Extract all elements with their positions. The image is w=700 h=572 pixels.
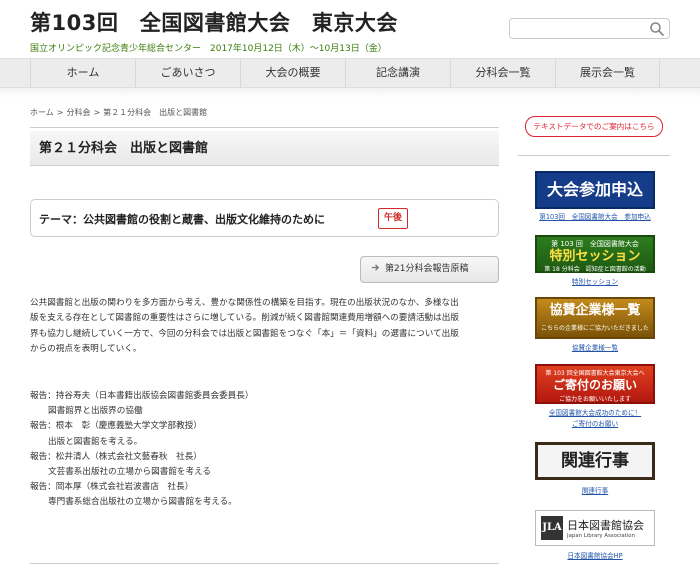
registration-caption[interactable]: 第103回 全国図書館大会 参加申込 [520, 211, 670, 221]
banner-line: 第 18 分科会 認知症と図書館の活動 [544, 266, 646, 273]
theme-text: テーマ：公共図書館の役割と蔵書、出版文化維持のために [39, 213, 325, 226]
banner-line: こちらの企業様にご協力いただきました [541, 325, 649, 332]
breadcrumb-sessions[interactable]: 分科会 [66, 108, 90, 117]
main-nav: ホーム ごあいさつ 大会の概要 記念講演 分科会一覧 展示会一覧 [0, 58, 700, 88]
report-topic: 出版と図書館を考える。 [48, 436, 143, 447]
report-speaker: 報告：松井清人（株式会社文藝春秋 社長） [30, 451, 202, 462]
nav-overview[interactable]: 大会の概要 [240, 59, 345, 87]
divider [30, 563, 499, 564]
afternoon-badge: 午後 [378, 208, 408, 229]
breadcrumb-current: 第２１分科会 出版と図書館 [103, 108, 208, 117]
divider [30, 127, 499, 128]
report-topic: 図書館界と出版界の協働 [48, 406, 143, 417]
report-speaker: 報告：持谷寿夫（日本書籍出版協会図書館委員会委員長） [30, 391, 254, 401]
report-speaker: 報告：根本 彰（慶應義塾大学文学部教授） [30, 421, 202, 432]
site-subtitle: 国立オリンピック記念青少年総合センター 2017年10月12日（木）〜10月13… [30, 44, 387, 54]
banner-line: 第 103 回全国図書館大会東京大会へ [545, 370, 645, 377]
arrow-right-icon [371, 264, 380, 271]
nav-shadow [0, 88, 700, 98]
report-button-label: 第21分科会報告原稿 [385, 264, 469, 274]
sidebar-divider [518, 155, 670, 156]
jla-caption[interactable]: 日本図書館協会HP [520, 550, 670, 560]
nav-sessions[interactable]: 分科会一覧 [450, 59, 555, 87]
report-topic: 文芸書系出版社の立場から図書館を考える [48, 467, 212, 478]
donation-banner[interactable]: 第 103 回全国図書館大会東京大会へ ご寄付のお願い ご協力をお願いいたします [535, 364, 655, 404]
donation-caption[interactable]: 全国図書館大会成功のために！ [520, 407, 670, 417]
site-title: 第103回 全国図書館大会 東京大会 [30, 11, 398, 35]
report-topic: 専門書系総合出版社の立場から図書館を考える。 [48, 497, 237, 508]
report-list: 報告：持谷寿夫（日本書籍出版協会図書館委員会委員長） 図書館界と出版界の協働 報… [30, 389, 500, 511]
session-description: 公共図書館と出版の関わりを多方面から考え、豊かな関係性の構築を目指す。現在の出版… [30, 296, 500, 357]
description-line: 界も協力し継続していく一方で、今回の分科会では出版と図書館をつなぐ「本」＝「資料… [30, 328, 459, 339]
nav-exhibits[interactable]: 展示会一覧 [555, 59, 660, 87]
search-icon[interactable] [649, 21, 665, 37]
sponsors-caption[interactable]: 協賛企業様一覧 [520, 342, 670, 352]
page-title: 第２１分科会 出版と図書館 [30, 131, 499, 166]
jla-banner[interactable]: JLA 日本図書館協会 Japan Library Association [535, 510, 655, 546]
banner-line: ご寄付のお願い [552, 378, 637, 392]
description-line: からの視点を表明していく。 [30, 343, 142, 354]
banner-line: 第 103 回 全国図書館大会 [551, 240, 639, 248]
search-input[interactable] [509, 18, 670, 39]
text-data-guide-link[interactable]: テキストデータでのご案内はこちら [525, 116, 663, 137]
report-manuscript-button[interactable]: 第21分科会報告原稿 [360, 256, 499, 283]
jla-name: 日本図書館協会 [567, 519, 644, 532]
report-speaker: 報告：岡本厚（株式会社岩波書店 社長） [30, 482, 194, 493]
description-line: 公共図書館と出版の関わりを多方面から考え、豊かな関係性の構築を目指す。現在の出版… [30, 298, 459, 308]
banner-line: 協賛企業様一覧 [549, 303, 641, 318]
special-session-banner[interactable]: 第 103 回 全国図書館大会 特別セッション 第 18 分科会 認知症と図書館… [535, 235, 655, 273]
description-line: 版を支える存在として図書館の重要性はさらに増している。削減が続く図書館関連費用増… [30, 313, 459, 324]
banner-line: 特別セッション [549, 249, 641, 264]
banner-line: ご協力をお願いいたします [558, 396, 631, 403]
sponsors-banner[interactable]: 協賛企業様一覧 こちらの企業様にご協力いただきました [535, 297, 655, 339]
registration-banner[interactable]: 大会参加申込 [535, 171, 655, 209]
nav-greeting[interactable]: ごあいさつ [135, 59, 240, 87]
breadcrumb: ホーム > 分科会 > 第２１分科会 出版と図書館 [30, 108, 208, 117]
related-events-banner[interactable]: 関連行事 [535, 442, 655, 480]
donation-caption[interactable]: ご寄付のお願い [520, 418, 670, 428]
related-events-caption[interactable]: 関連行事 [520, 485, 670, 495]
special-session-caption[interactable]: 特別セッション [520, 276, 670, 286]
jla-logo: JLA [541, 516, 563, 540]
theme-box: テーマ：公共図書館の役割と蔵書、出版文化維持のために 午後 [30, 199, 499, 237]
nav-keynote[interactable]: 記念講演 [345, 59, 450, 87]
jla-name-en: Japan Library Association [567, 533, 636, 539]
nav-home[interactable]: ホーム [30, 59, 135, 87]
breadcrumb-home[interactable]: ホーム [30, 108, 54, 117]
